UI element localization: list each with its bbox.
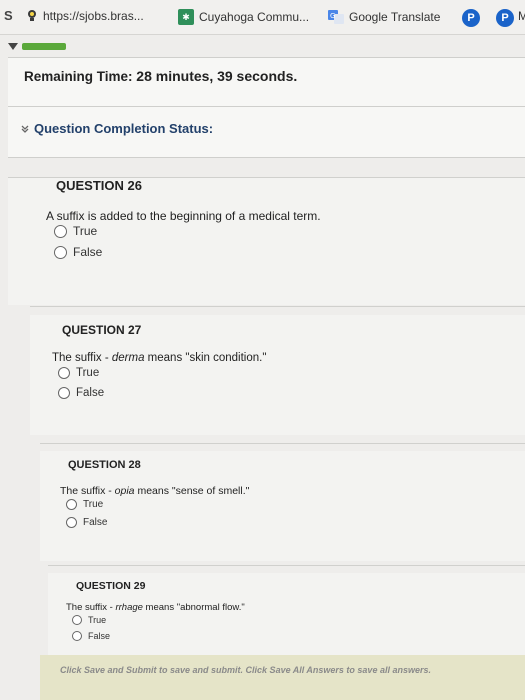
completion-status-toggle[interactable]: Question Completion Status:: [20, 121, 213, 136]
option-false[interactable]: False: [58, 387, 104, 399]
option-true[interactable]: True: [72, 615, 106, 625]
radio-button[interactable]: [72, 615, 82, 625]
bookmark-cuyahoga[interactable]: ✱ Cuyahoga Commu...: [178, 9, 309, 25]
question-text-part: The suffix -: [52, 352, 112, 364]
radio-button[interactable]: [66, 499, 77, 510]
bookmark-label: Google Translate: [349, 10, 441, 24]
option-label: True: [76, 367, 100, 379]
option-false[interactable]: False: [72, 631, 110, 641]
radio-button[interactable]: [58, 367, 70, 379]
question-separator: [40, 443, 525, 444]
question-separator: [48, 565, 525, 566]
question-text: The suffix - opia means "sense of smell.…: [60, 485, 249, 497]
question-text-part: means "abnormal flow.": [142, 602, 245, 613]
option-false[interactable]: False: [66, 517, 107, 528]
question-separator: [30, 306, 525, 307]
question-text: The suffix - rrhage means "abnormal flow…: [66, 602, 245, 613]
p-circle-icon: P: [496, 9, 514, 27]
question-title: QUESTION 28: [68, 459, 141, 471]
option-label: False: [76, 387, 105, 399]
question-title: QUESTION 29: [76, 580, 146, 592]
option-label: False: [88, 631, 111, 641]
progress-bar: [22, 43, 66, 50]
option-true[interactable]: True: [66, 499, 103, 510]
remaining-time: Remaining Time: 28 minutes, 39 seconds.: [24, 68, 297, 84]
google-translate-icon: G: [328, 10, 344, 24]
test-page: Remaining Time: 28 minutes, 39 seconds. …: [0, 35, 525, 700]
suffix-term: rrhage: [115, 602, 143, 613]
bookmark-overflow[interactable]: M: [518, 9, 525, 23]
bookmark-label: Cuyahoga Commu...: [199, 10, 310, 24]
option-label: True: [88, 615, 107, 625]
option-false[interactable]: False: [54, 245, 102, 259]
lightbulb-icon: [28, 10, 36, 21]
double-chevron-down-icon: [21, 125, 29, 133]
bookmark-sjobs[interactable]: https://sjobs.bras...: [26, 9, 144, 23]
question-29: QUESTION 29 The suffix - rrhage means "a…: [48, 573, 525, 655]
question-text-part: The suffix -: [66, 602, 116, 613]
option-true[interactable]: True: [58, 367, 99, 379]
question-text: The suffix - derma means "skin condition…: [52, 352, 266, 364]
svg-text:G: G: [330, 12, 335, 20]
collapse-triangle-icon[interactable]: [8, 43, 18, 50]
submit-instructions: Click Save and Submit to save and submit…: [60, 665, 431, 675]
radio-button[interactable]: [72, 631, 82, 641]
bookmark-pinterest-1[interactable]: P: [462, 9, 480, 27]
bookmarks-bar: S https://sjobs.bras... ✱ Cuyahoga Commu…: [0, 0, 525, 35]
question-text: A suffix is added to the beginning of a …: [46, 209, 321, 223]
radio-button[interactable]: [54, 224, 67, 238]
question-text-part: A suffix is added to the beginning of a …: [46, 209, 321, 223]
radio-button[interactable]: [66, 517, 77, 528]
suffix-term: derma: [111, 352, 145, 364]
cuyahoga-logo-icon: ✱: [178, 9, 194, 25]
remaining-minutes: 28 minutes,: [136, 68, 214, 84]
question-28: QUESTION 28 The suffix - opia means "sen…: [40, 451, 525, 561]
option-label: True: [83, 499, 104, 510]
question-text-part: means "skin condition.": [144, 352, 267, 364]
remaining-seconds: 39 seconds.: [217, 68, 298, 84]
bookmark-pinterest-2[interactable]: P: [496, 9, 514, 27]
question-text-part: The suffix -: [60, 485, 115, 497]
bookmark-google-translate[interactable]: G Google Translate: [328, 9, 440, 25]
bookmark-s[interactable]: S: [4, 8, 13, 23]
question-title: QUESTION 27: [62, 323, 142, 337]
question-text-part: means "sense of smell.": [134, 485, 250, 497]
radio-button[interactable]: [54, 245, 67, 259]
question-26: QUESTION 26 A suffix is added to the beg…: [8, 178, 525, 305]
bookmark-label: https://sjobs.bras...: [43, 9, 144, 23]
suffix-term: opia: [114, 485, 135, 497]
option-label: True: [73, 224, 98, 238]
question-27: QUESTION 27 The suffix - derma means "sk…: [30, 315, 525, 435]
p-circle-icon: P: [462, 9, 480, 27]
remaining-time-label: Remaining Time:: [24, 69, 133, 84]
submit-instructions-bar: Click Save and Submit to save and submit…: [40, 655, 525, 700]
completion-status-label: Question Completion Status:: [34, 121, 214, 136]
option-true[interactable]: True: [54, 224, 97, 238]
option-label: False: [83, 517, 108, 528]
radio-button[interactable]: [58, 387, 70, 399]
timer-panel: Remaining Time: 28 minutes, 39 seconds.: [8, 57, 525, 107]
completion-status-panel: Question Completion Status:: [8, 107, 525, 158]
progress-fill: [22, 43, 66, 50]
option-label: False: [73, 245, 103, 259]
question-title: QUESTION 26: [56, 178, 142, 193]
